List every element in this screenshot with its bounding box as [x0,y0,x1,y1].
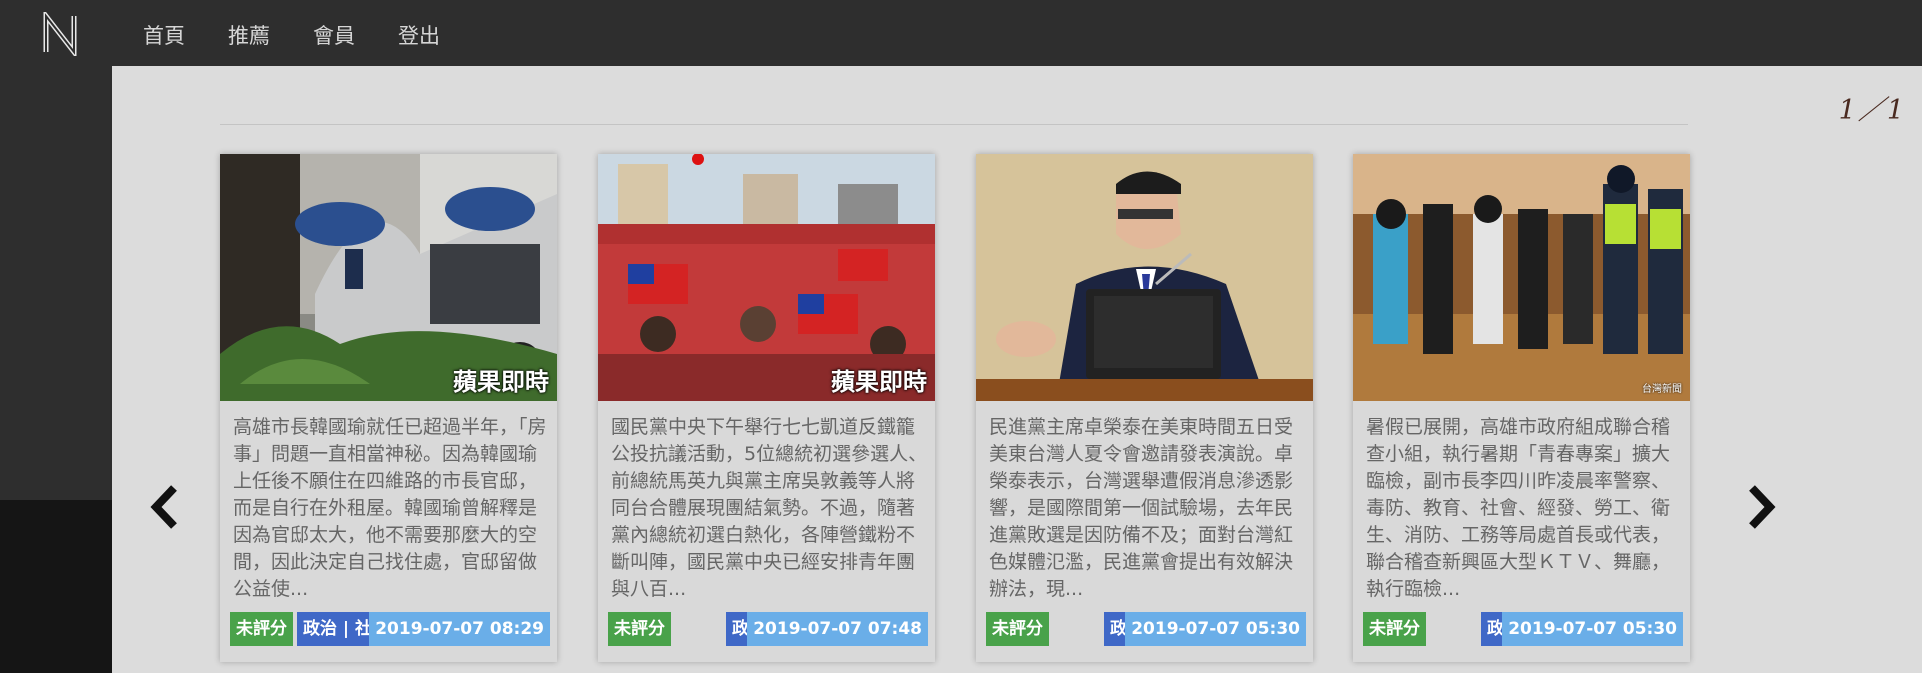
card-tags: 未評分 政治 2019-07-07 07:48 [608,612,928,646]
top-navbar: 首頁 推薦 會員 登出 [0,0,1922,66]
card-tags: 未評分 政治 2019-07-07 05:30 [986,612,1306,646]
date-badge: 2019-07-07 08:29 [369,612,550,646]
card-tags: 未評分 政治 | 社會 2019-07-07 08:29 [230,612,550,646]
news-photo [1353,154,1690,401]
news-photo [976,154,1313,401]
image-watermark: 蘋果即時 [831,368,927,396]
news-image[interactable] [976,154,1313,401]
news-summary: 高雄市長韓國瑜就任已超過半年，「房事」問題一直相當神秘。因為韓國瑜上任後不願住在… [233,416,547,600]
news-card[interactable]: 民進黨主席卓榮泰在美東時間五日受美東台灣人夏令會邀請發表演說。卓榮泰表示，台灣選… [976,154,1313,662]
news-image[interactable]: 蘋果即時 [598,154,935,401]
news-card[interactable]: 台灣新聞 暑假已展開，高雄市政府組成聯合稽查小組，執行暑期「青春專案」擴大臨檢，… [1353,154,1690,662]
left-gutter-bottom [0,500,112,673]
prev-arrow-button[interactable] [146,482,186,532]
news-summary: 暑假已展開，高雄市政府組成聯合稽查小組，執行暑期「青春專案」擴大臨檢，副市長李四… [1366,416,1671,600]
news-image[interactable]: 蘋果即時 [220,154,557,401]
news-summary: 國民黨中央下午舉行七七凱道反鐵籠公投抗議活動，5位總統初選參選人、前總統馬英九與… [611,416,928,600]
rating-badge[interactable]: 未評分 [608,612,671,646]
nav-home[interactable]: 首頁 [143,20,185,50]
news-summary: 民進黨主席卓榮泰在美東時間五日受美東台灣人夏令會邀請發表演說。卓榮泰表示，台灣選… [989,416,1294,600]
rating-badge[interactable]: 未評分 [1363,612,1426,646]
chevron-right-icon [1749,485,1776,529]
news-image[interactable]: 台灣新聞 [1353,154,1690,401]
nav-member[interactable]: 會員 [313,20,355,50]
news-card[interactable]: 蘋果即時 高雄市長韓國瑜就任已超過半年，「房事」問題一直相當神秘。因為韓國瑜上任… [220,154,557,662]
rating-badge[interactable]: 未評分 [986,612,1049,646]
date-badge: 2019-07-07 05:30 [1125,612,1306,646]
chevron-left-icon [150,485,177,529]
date-badge: 2019-07-07 05:30 [1502,612,1683,646]
page-indicator: 1／1 [1838,95,1906,126]
news-card[interactable]: 蘋果即時 國民黨中央下午舉行七七凱道反鐵籠公投抗議活動，5位總統初選參選人、前總… [598,154,935,662]
logo-icon[interactable] [40,12,82,56]
divider [220,124,1688,125]
image-watermark: 蘋果即時 [453,368,549,396]
image-watermark: 台灣新聞 [1642,384,1682,395]
nav-recommend[interactable]: 推薦 [228,20,270,50]
rating-badge[interactable]: 未評分 [230,612,293,646]
date-badge: 2019-07-07 07:48 [747,612,928,646]
nav-logout[interactable]: 登出 [398,20,440,50]
card-tags: 未評分 政治 2019-07-07 05:30 [1363,612,1683,646]
next-arrow-button[interactable] [1740,482,1780,532]
